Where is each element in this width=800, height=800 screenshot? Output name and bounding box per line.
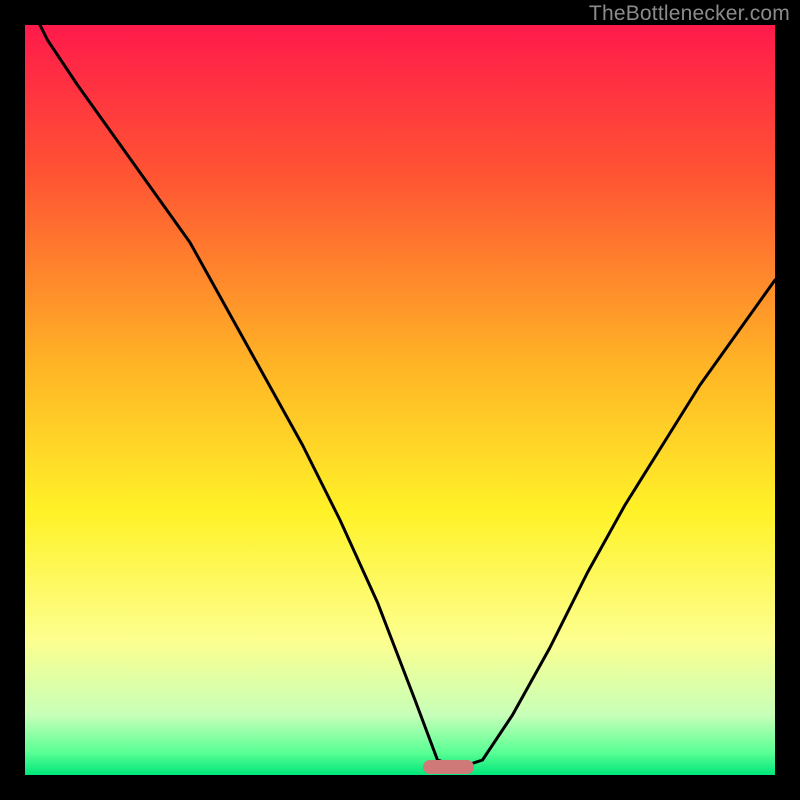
- plot-area: [25, 25, 775, 775]
- chart-frame: TheBottlenecker.com: [0, 0, 800, 800]
- background-gradient: [25, 25, 775, 775]
- optimal-range-marker: [423, 760, 474, 774]
- watermark-text: TheBottlenecker.com: [589, 2, 790, 26]
